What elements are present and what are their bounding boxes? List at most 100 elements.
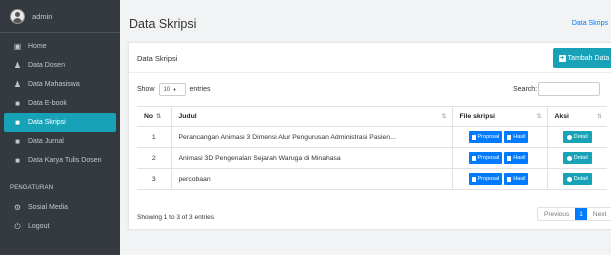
entries-control: Show 10 ♦ entries xyxy=(137,83,211,96)
page-title: Data Skripsi xyxy=(129,17,197,31)
main-content: Data Skripsi Data Skrips Data Skripsi + … xyxy=(120,0,611,255)
info-icon xyxy=(566,155,572,161)
card-title: Data Skripsi xyxy=(137,54,178,63)
search-label: Search: xyxy=(513,86,538,93)
user-name: admin xyxy=(32,11,53,21)
file-icon xyxy=(507,134,512,140)
table-row: 2 Animasi 3D Pengenalan Sejarah Waruga d… xyxy=(137,147,607,169)
next-button[interactable]: Next xyxy=(587,208,611,220)
add-data-label: Tambah Data xyxy=(567,54,610,62)
previous-button[interactable]: Previous xyxy=(538,208,575,220)
detail-button[interactable]: Detail xyxy=(562,173,592,185)
sidebar-item-label: Sosial Media xyxy=(28,204,69,211)
page-1-button[interactable]: 1 xyxy=(575,208,587,220)
file-icon xyxy=(471,134,476,140)
cell-no: 3 xyxy=(137,168,171,190)
sidebar-item-data-jurnal[interactable]: ■ Data Jurnal xyxy=(4,132,116,151)
chevron-updown-icon: ♦ xyxy=(173,86,176,93)
card-divider xyxy=(129,72,611,73)
sidebar-item-label: Data Jurnal xyxy=(28,138,64,145)
sidebar-item-logout[interactable]: ⏻ Logout xyxy=(4,217,116,236)
column-header-aksi[interactable]: Aksi ⇅ xyxy=(546,106,607,127)
proposal-label: Proposal xyxy=(477,134,500,140)
data-card: Data Skripsi + Tambah Data Show 10 ♦ ent… xyxy=(128,42,611,230)
column-header-file[interactable]: File skripsi ⇅ xyxy=(451,106,547,127)
sidebar-item-home[interactable]: ▣ Home xyxy=(4,37,116,56)
entries-select[interactable]: 10 ♦ xyxy=(158,83,186,96)
sidebar-nav: ▣ Home ♟ Data Dosen ♟ Data Mahasiswa ■ D… xyxy=(0,33,120,236)
column-header-judul[interactable]: Judul ⇅ xyxy=(170,106,452,127)
sidebar-item-label: Data Mahasiswa xyxy=(28,81,80,88)
sidebar-item-data-dosen[interactable]: ♟ Data Dosen xyxy=(4,56,116,75)
power-icon: ⏻ xyxy=(14,221,21,231)
sidebar: admin ▣ Home ♟ Data Dosen ♟ Data Mahasis… xyxy=(0,0,120,255)
info-icon xyxy=(566,176,572,182)
book-icon: ■ xyxy=(15,137,20,146)
sidebar-item-sosial-media[interactable]: ⚙ Sosial Media xyxy=(4,198,116,217)
proposal-label: Proposal xyxy=(477,176,500,182)
hasil-label: Hasil xyxy=(513,134,526,140)
book-icon: ■ xyxy=(15,156,20,165)
cell-judul: percobaan xyxy=(170,168,452,190)
sidebar-item-data-mahasiswa[interactable]: ♟ Data Mahasiswa xyxy=(4,75,116,94)
column-header-no[interactable]: No ⇅ xyxy=(137,106,171,127)
user-icon: ♟ xyxy=(13,61,22,70)
detail-button[interactable]: Detail xyxy=(562,131,592,143)
users-icon: ♟ xyxy=(13,80,22,89)
dashboard-icon: ▣ xyxy=(13,42,22,51)
gear-icon: ⚙ xyxy=(13,203,22,212)
sidebar-item-data-karya-tulis-dosen[interactable]: ■ Data Karya Tulis Dosen xyxy=(4,151,116,170)
cell-no: 2 xyxy=(137,147,171,169)
cell-no: 1 xyxy=(137,126,171,148)
cell-judul: Perancangan Animasi 3 Dimensi Alur Pengu… xyxy=(170,126,452,148)
hasil-button[interactable]: Hasil xyxy=(504,152,529,164)
proposal-button[interactable]: Proposal xyxy=(468,173,503,185)
entries-label: entries xyxy=(189,86,211,93)
search-input[interactable] xyxy=(538,82,600,96)
proposal-label: Proposal xyxy=(477,155,500,161)
info-icon xyxy=(566,134,572,140)
file-icon xyxy=(471,155,476,161)
sort-icon: ⇅ xyxy=(156,114,162,120)
pagination: Previous 1 Next xyxy=(537,207,611,221)
plus-icon: + xyxy=(558,54,566,62)
table-info: Showing 1 to 3 of 3 entries xyxy=(137,214,214,221)
sidebar-item-label: Data Skripsi xyxy=(28,119,66,126)
table-header-row: No ⇅ Judul ⇅ File skripsi ⇅ Aksi ⇅ xyxy=(137,106,607,127)
table-row: 3 percobaan Proposal Hasil Detail xyxy=(137,168,607,190)
column-header-label: Judul xyxy=(178,113,197,120)
entries-value: 10 xyxy=(163,86,171,93)
sidebar-section-header: PENGATURAN xyxy=(10,185,54,191)
sort-icon: ⇅ xyxy=(536,114,542,120)
column-header-label: No xyxy=(144,113,154,120)
column-header-label: Aksi xyxy=(554,113,569,120)
hasil-button[interactable]: Hasil xyxy=(504,173,529,185)
breadcrumb[interactable]: Data Skrips xyxy=(572,20,608,27)
sidebar-item-label: Data Karya Tulis Dosen xyxy=(28,157,102,164)
book-icon: ■ xyxy=(15,118,20,127)
proposal-button[interactable]: Proposal xyxy=(468,131,503,143)
sidebar-item-label: Data Dosen xyxy=(28,62,65,69)
add-data-button[interactable]: + Tambah Data xyxy=(553,48,611,68)
file-icon xyxy=(507,176,512,182)
book-icon: ■ xyxy=(15,99,20,108)
sidebar-item-data-skripsi[interactable]: ■ Data Skripsi xyxy=(4,113,116,132)
detail-label: Detail xyxy=(573,134,588,140)
hasil-label: Hasil xyxy=(513,176,526,182)
proposal-button[interactable]: Proposal xyxy=(468,152,503,164)
sidebar-item-data-ebook[interactable]: ■ Data E-book xyxy=(4,94,116,113)
user-panel[interactable]: admin xyxy=(0,0,120,33)
detail-label: Detail xyxy=(573,155,588,161)
cell-aksi: Detail xyxy=(546,168,607,190)
show-label: Show xyxy=(137,86,155,93)
hasil-button[interactable]: Hasil xyxy=(504,131,529,143)
cell-file: Proposal Hasil xyxy=(451,147,547,169)
file-icon xyxy=(507,155,512,161)
skripsi-table: No ⇅ Judul ⇅ File skripsi ⇅ Aksi ⇅ 1 Peranca… xyxy=(137,106,607,190)
cell-file: Proposal Hasil xyxy=(451,168,547,190)
detail-button[interactable]: Detail xyxy=(562,152,592,164)
cell-file: Proposal Hasil xyxy=(451,126,547,148)
hasil-label: Hasil xyxy=(513,155,526,161)
detail-label: Detail xyxy=(573,176,588,182)
cell-aksi: Detail xyxy=(546,126,607,148)
